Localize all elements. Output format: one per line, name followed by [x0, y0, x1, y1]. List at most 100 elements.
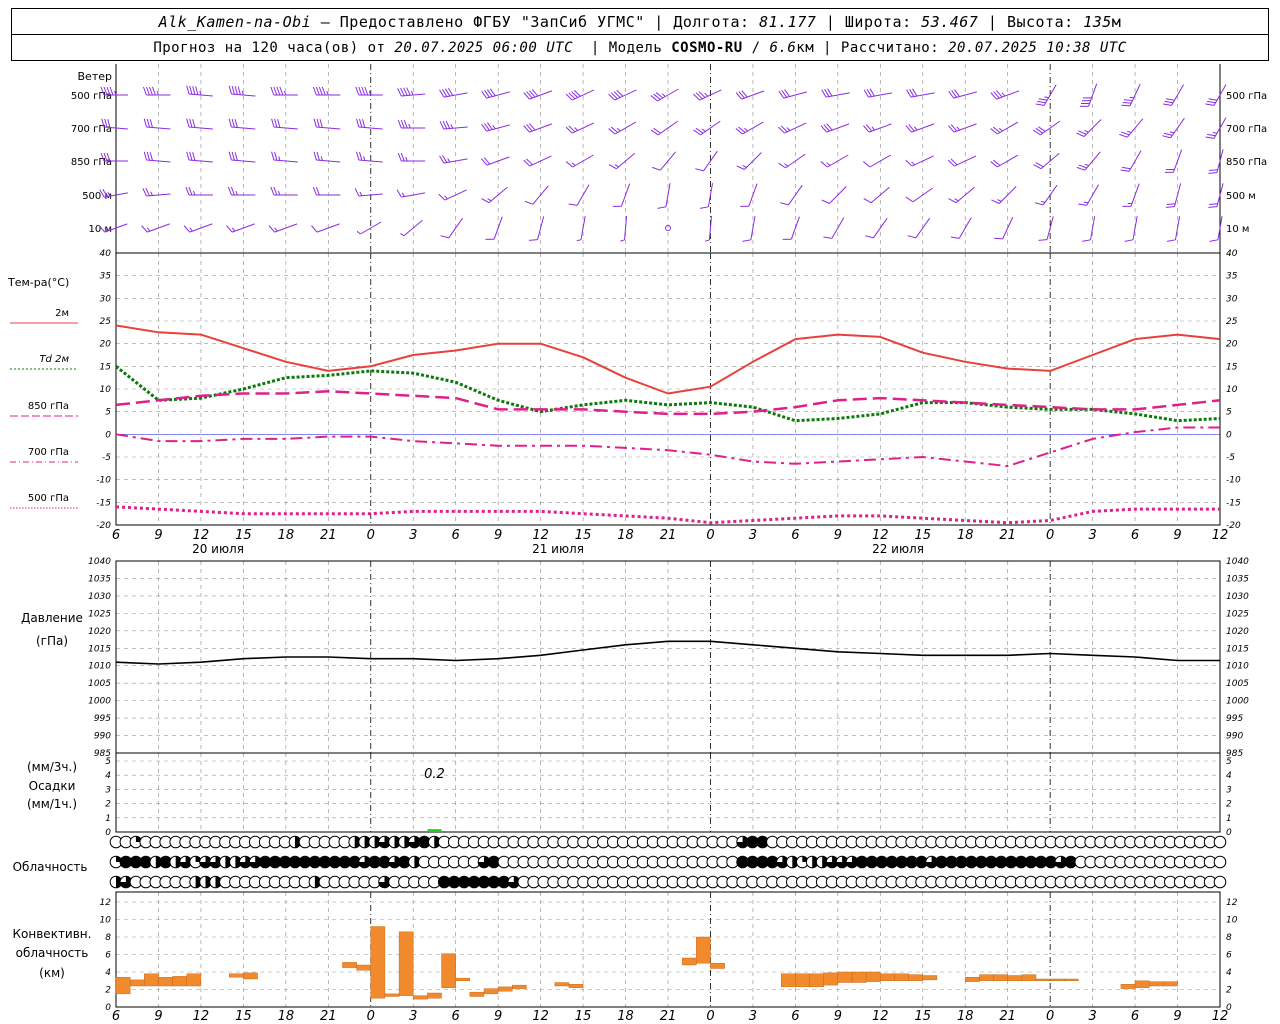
wind-level-label: 10 м [89, 224, 112, 235]
wind-barb [693, 89, 722, 101]
pressure-tick-right: 1025 [1226, 609, 1249, 619]
wind-barb-half [408, 123, 411, 129]
pressure-tick-right: 1020 [1226, 627, 1249, 637]
wind-barb-flag [270, 186, 275, 196]
wind-barb [1121, 83, 1141, 107]
wind-barb-flag [821, 199, 830, 204]
wind-barb [186, 118, 213, 130]
wind-barb [439, 154, 468, 164]
wind-barb-flag [778, 126, 785, 134]
temp-tick-right: -10 [1226, 476, 1241, 486]
temp-tick-left: 30 [100, 294, 112, 304]
precip-tick-right: 2 [1226, 800, 1232, 810]
cloud-symbol [1213, 855, 1227, 869]
pressure-tick-left: 1005 [88, 679, 111, 689]
wind-barb-flag [480, 158, 488, 166]
wind-barb-shaft [785, 153, 806, 169]
wind-barb-flag [524, 200, 534, 205]
pressure-tick-left: 990 [94, 732, 111, 742]
wind-barb-flag [226, 225, 233, 233]
wind-barb [948, 123, 977, 133]
conv-hour-label: 21 [999, 1009, 1016, 1024]
temp-hour-label: 21 [999, 528, 1016, 543]
wind-barb [695, 150, 718, 172]
conv-bar [880, 973, 895, 981]
wind-barb-flag [312, 86, 317, 96]
wind-barb-flag [612, 205, 622, 207]
wind-barb-shaft [997, 154, 1019, 168]
wind-barb-flag [189, 151, 193, 161]
temp-tick-right: 35 [1226, 272, 1238, 282]
wind-barb-flag [908, 124, 915, 132]
wind-barb-flag [741, 90, 748, 98]
conv-hour-label: 12 [1212, 1009, 1229, 1024]
conv-hour-label: 9 [1173, 1009, 1181, 1024]
wind-barb-flag [996, 90, 1003, 98]
wind-barb-flag [355, 86, 360, 96]
wind-barb-half [998, 127, 1003, 132]
conv-bar [427, 992, 442, 999]
wind-barb-flag [311, 225, 318, 233]
wind-barb [228, 151, 256, 163]
conv-hour-label: 21 [320, 1009, 337, 1024]
wind-barb [1076, 151, 1101, 171]
wind-barb [396, 189, 426, 198]
conv-hour-label: 6 [112, 1009, 120, 1024]
wind-barb-half [705, 239, 710, 242]
wind-barb-flag [523, 92, 530, 100]
wind-barb [950, 217, 972, 239]
conv-hour-label: 21 [660, 1009, 677, 1024]
wind-barb-flag [650, 95, 658, 102]
conv-tick-left: 10 [100, 916, 112, 926]
wind-barb [183, 223, 213, 233]
wind-barb [863, 88, 893, 98]
wind-barb-flag [396, 189, 402, 198]
conv-hour-label: 18 [278, 1009, 295, 1024]
wind-barb-flag [312, 186, 317, 196]
meteogram-plot: Ветер 500 гПа 500 гПа 700 гПа 700 гПа 850 гПа… [7, 64, 1267, 1024]
wind-barb [356, 118, 383, 130]
conv-title-1: Конвективн. [13, 927, 92, 941]
wind-barb-flag [234, 119, 238, 128]
wind-barb-flag [823, 124, 830, 132]
wind-barb-flag [526, 124, 533, 132]
wind-barb [485, 216, 503, 240]
conv-bar [908, 974, 923, 981]
conv-bar [894, 973, 909, 981]
temp-hour-label: 21 [660, 528, 677, 543]
pressure-tick-left: 1025 [88, 609, 111, 619]
conv-bar [681, 957, 697, 966]
conv-hour-label: 12 [872, 1009, 889, 1024]
conv-hour-label: 9 [154, 1009, 162, 1024]
wind-barb-flag [1038, 239, 1048, 241]
temp-tick-left: 0 [105, 430, 111, 440]
wind-barb-shaft [358, 126, 383, 130]
wind-barb [227, 186, 256, 196]
wind-barb-flag [397, 119, 402, 129]
wind-barb-half [235, 190, 238, 196]
wind-barb [1119, 118, 1144, 138]
conv-hour-label: 3 [409, 1009, 417, 1024]
pressure-tick-right: 1005 [1226, 679, 1249, 689]
temp-series-line [115, 390, 1221, 416]
wind-barb-flag [234, 86, 238, 95]
wind-barb [481, 122, 510, 132]
temp-hour-label: 9 [834, 528, 842, 543]
conv-bar [144, 973, 159, 987]
conv-bar [129, 979, 145, 987]
wind-barb [228, 118, 256, 130]
wind-barb-flag [274, 151, 278, 161]
wind-barb-shaft [1088, 83, 1098, 107]
wind-barb-flag [273, 186, 278, 196]
conv-hour-label: 15 [914, 1009, 931, 1024]
temp-hour-label: 12 [872, 528, 889, 543]
conv-tick-left: 12 [100, 898, 112, 908]
temp-legend-label: 850 гПа [28, 401, 69, 412]
temp-hour-label: 15 [575, 528, 592, 543]
conv-tick-right: 10 [1226, 916, 1238, 926]
wind-barb-half [871, 126, 876, 131]
wind-barb [143, 151, 171, 163]
temp-tick-left: 25 [100, 317, 112, 327]
conv-hour-label: 15 [575, 1009, 592, 1024]
wind-barb-flag [149, 119, 153, 128]
